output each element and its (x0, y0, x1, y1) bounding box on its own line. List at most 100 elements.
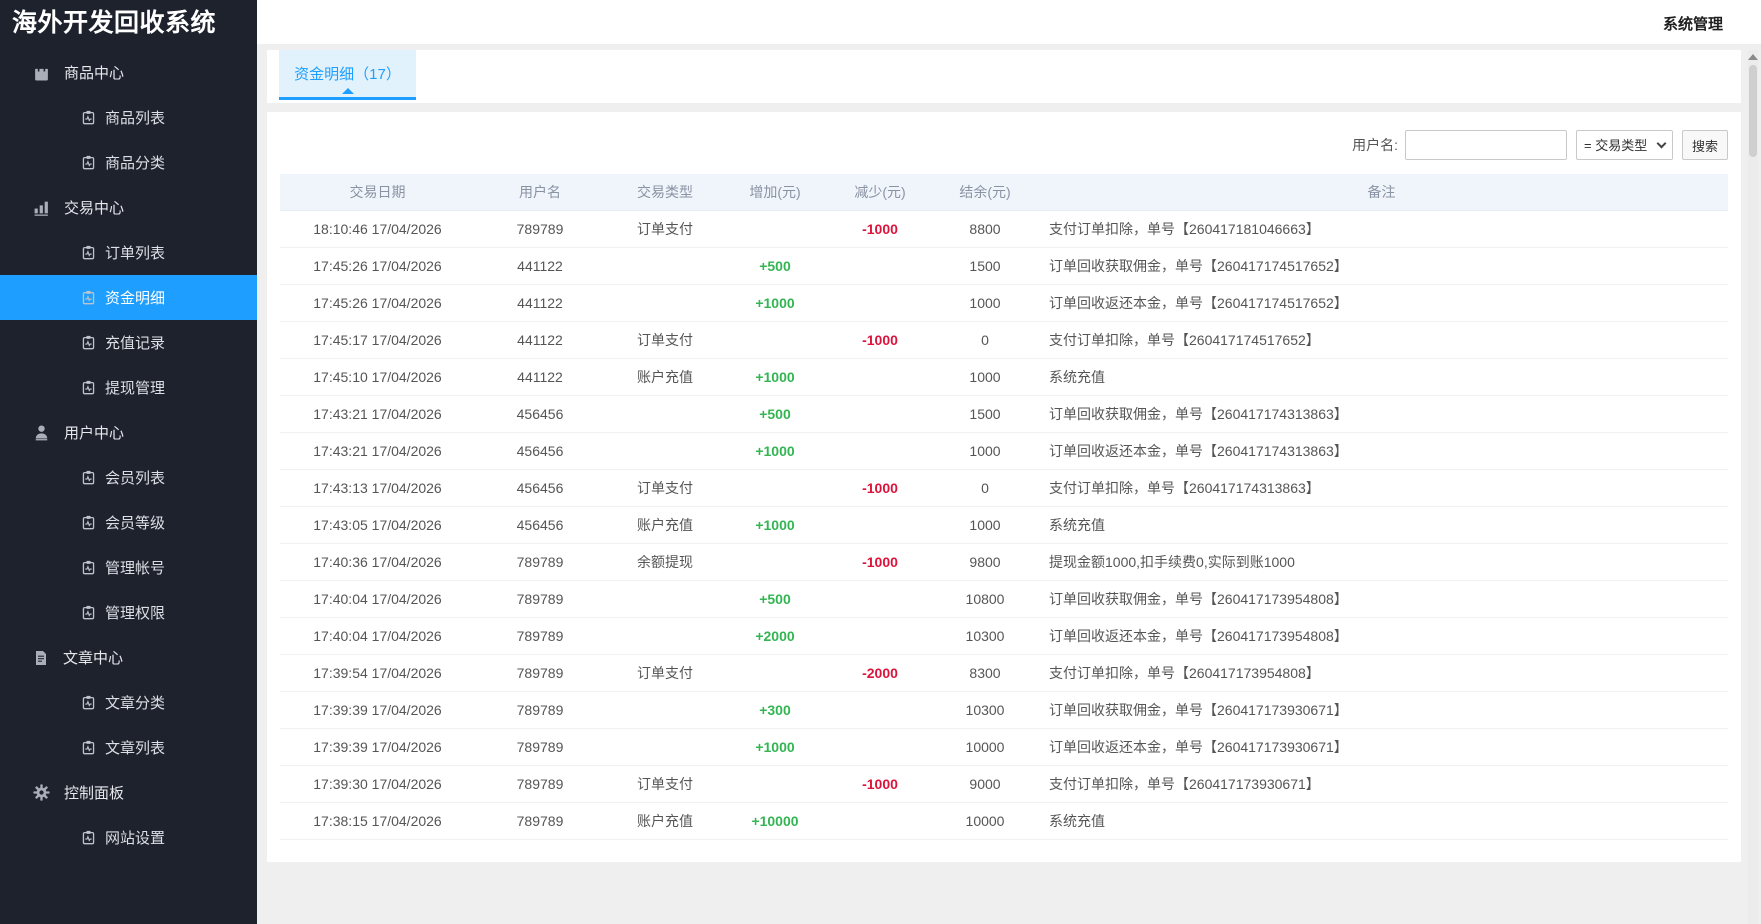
cell-user: 456456 (475, 432, 605, 469)
cell-remark: 支付订单扣除，单号【260417174313863】 (1035, 469, 1728, 506)
search-bar: 用户名: = 交易类型 = 搜索 (280, 112, 1728, 160)
sidebar-section-user-center[interactable]: 用户中心 (0, 410, 257, 455)
sidebar-item-goods-category[interactable]: 商品分类 (0, 140, 257, 185)
gear-icon (33, 784, 50, 801)
cell-increase (725, 469, 825, 506)
cell-type: 账户充值 (605, 802, 725, 839)
cell-increase (725, 543, 825, 580)
search-button[interactable]: 搜索 (1682, 130, 1728, 160)
table-row: 17:39:54 17/04/2026789789订单支付-20008300支付… (280, 654, 1728, 691)
sidebar-item-goods-list[interactable]: 商品列表 (0, 95, 257, 140)
document-icon (33, 650, 49, 666)
col-header-remark: 备注 (1035, 174, 1728, 210)
table-row: 17:40:36 17/04/2026789789余额提现-10009800提现… (280, 543, 1728, 580)
sidebar-item-order-list[interactable]: 订单列表 (0, 230, 257, 275)
cell-date: 17:40:36 17/04/2026 (280, 543, 475, 580)
cell-balance: 1000 (935, 506, 1035, 543)
sidebar-item-admin-permissions[interactable]: 管理权限 (0, 590, 257, 635)
cell-decrease (825, 802, 935, 839)
cell-user: 789789 (475, 617, 605, 654)
cell-type: 订单支付 (605, 321, 725, 358)
cell-increase: +1000 (725, 284, 825, 321)
sidebar-item-site-settings[interactable]: 网站设置 (0, 815, 257, 860)
sidebar-item-article-category[interactable]: 文章分类 (0, 680, 257, 725)
sidebar-section-article-center[interactable]: 文章中心 (0, 635, 257, 680)
sidebar-item-member-list[interactable]: 会员列表 (0, 455, 257, 500)
cell-user: 789789 (475, 543, 605, 580)
cell-decrease (825, 728, 935, 765)
cell-user: 441122 (475, 247, 605, 284)
cell-remark: 系统充值 (1035, 802, 1728, 839)
table-row: 17:43:05 17/04/2026456456账户充值+10001000系统… (280, 506, 1728, 543)
cell-remark: 订单回收获取佣金，单号【260417174517652】 (1035, 247, 1728, 284)
bar-chart-icon (33, 199, 50, 216)
sidebar-section-goods-center[interactable]: 商品中心 (0, 50, 257, 95)
cell-type (605, 691, 725, 728)
fund-details-panel: 用户名: = 交易类型 = 搜索 交易日期用户名交易类型增加(元)减少(元)结余… (267, 112, 1741, 862)
vertical-scrollbar[interactable] (1748, 50, 1758, 924)
cell-date: 17:43:21 17/04/2026 (280, 395, 475, 432)
table-row: 17:39:30 17/04/2026789789订单支付-10009000支付… (280, 765, 1728, 802)
cell-increase: +1000 (725, 432, 825, 469)
cell-date: 17:39:30 17/04/2026 (280, 765, 475, 802)
table-row: 17:45:26 17/04/2026441122+5001500订单回收获取佣… (280, 247, 1728, 284)
report-icon (81, 695, 96, 710)
sidebar-item-recharge-records[interactable]: 充值记录 (0, 320, 257, 365)
username-label: 用户名: (1352, 135, 1398, 155)
cell-date: 17:40:04 17/04/2026 (280, 617, 475, 654)
cell-user: 789789 (475, 654, 605, 691)
cell-type (605, 580, 725, 617)
table-row: 17:38:15 17/04/2026789789账户充值+1000010000… (280, 802, 1728, 839)
cell-balance: 10000 (935, 728, 1035, 765)
cell-decrease (825, 432, 935, 469)
cell-date: 17:39:39 17/04/2026 (280, 728, 475, 765)
cell-date: 17:43:21 17/04/2026 (280, 432, 475, 469)
cell-remark: 支付订单扣除，单号【260417181046663】 (1035, 210, 1728, 247)
cell-user: 441122 (475, 321, 605, 358)
cell-increase: +10000 (725, 802, 825, 839)
cell-user: 789789 (475, 210, 605, 247)
transaction-type-select[interactable]: = 交易类型 = (1576, 130, 1673, 160)
scroll-up-arrow-icon[interactable] (1748, 54, 1758, 60)
table-row: 17:39:39 17/04/2026789789+30010300订单回收获取… (280, 691, 1728, 728)
cell-decrease (825, 395, 935, 432)
tab-fund-details[interactable]: 资金明细（17） (279, 50, 416, 100)
cell-increase: +1000 (725, 728, 825, 765)
col-header-type: 交易类型 (605, 174, 725, 210)
report-icon (81, 290, 96, 305)
cell-user: 456456 (475, 395, 605, 432)
sidebar-item-withdraw-manage[interactable]: 提现管理 (0, 365, 257, 410)
cell-increase: +500 (725, 580, 825, 617)
cell-type (605, 395, 725, 432)
system-admin-menu[interactable]: 系统管理 (1663, 13, 1723, 34)
sidebar-section-trade-center[interactable]: 交易中心 (0, 185, 257, 230)
col-header-inc: 增加(元) (725, 174, 825, 210)
cell-date: 18:10:46 17/04/2026 (280, 210, 475, 247)
main-content: 资金明细（17） 用户名: = 交易类型 = 搜索 交易日期用户名交易类型增加(… (257, 50, 1741, 862)
cell-type: 订单支付 (605, 654, 725, 691)
username-input[interactable] (1405, 130, 1567, 160)
cell-balance: 1000 (935, 284, 1035, 321)
cell-remark: 订单回收返还本金，单号【260417173930671】 (1035, 728, 1728, 765)
table-row: 17:43:21 17/04/2026456456+5001500订单回收获取佣… (280, 395, 1728, 432)
sidebar-section-control-panel[interactable]: 控制面板 (0, 770, 257, 815)
sidebar-item-member-level[interactable]: 会员等级 (0, 500, 257, 545)
cell-decrease: -1000 (825, 210, 935, 247)
scrollbar-thumb[interactable] (1749, 65, 1757, 157)
cell-decrease (825, 617, 935, 654)
sidebar-item-article-list[interactable]: 文章列表 (0, 725, 257, 770)
table-row: 17:40:04 17/04/2026789789+200010300订单回收返… (280, 617, 1728, 654)
cell-decrease: -1000 (825, 321, 935, 358)
cell-date: 17:43:05 17/04/2026 (280, 506, 475, 543)
report-icon (81, 560, 96, 575)
cell-balance: 8300 (935, 654, 1035, 691)
cell-type (605, 284, 725, 321)
cell-date: 17:45:10 17/04/2026 (280, 358, 475, 395)
table-row: 17:45:10 17/04/2026441122账户充值+10001000系统… (280, 358, 1728, 395)
cell-date: 17:45:17 17/04/2026 (280, 321, 475, 358)
cell-remark: 支付订单扣除，单号【260417174517652】 (1035, 321, 1728, 358)
report-icon (81, 740, 96, 755)
sidebar-item-admin-accounts[interactable]: 管理帐号 (0, 545, 257, 590)
sidebar-item-fund-details[interactable]: 资金明细 (0, 275, 257, 320)
cell-user: 789789 (475, 728, 605, 765)
